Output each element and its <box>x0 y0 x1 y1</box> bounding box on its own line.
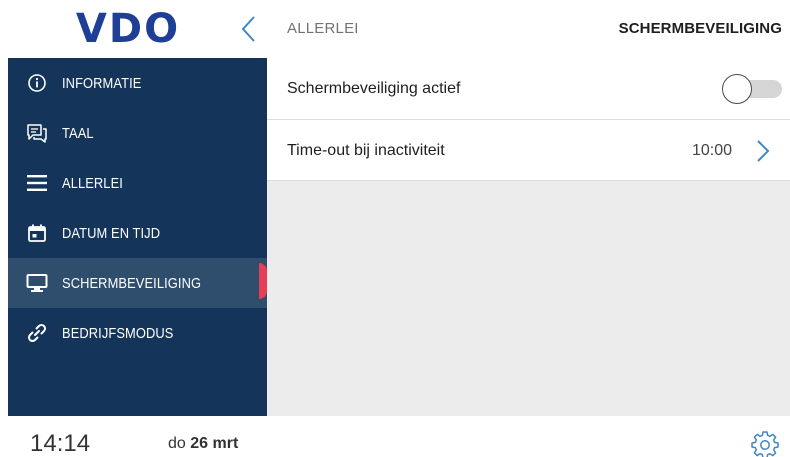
sidebar-item-allerlei[interactable]: ALLERLEI <box>8 158 267 208</box>
link-icon <box>26 322 48 344</box>
date-day: do <box>168 435 186 452</box>
breadcrumb: ALLERLEI <box>287 20 359 37</box>
sidebar-item-taal[interactable]: TAAL <box>8 108 267 158</box>
top-bar: VDO ALLERLEI SCHERMBEVEILIGING <box>0 0 790 58</box>
sidebar-item-label: TAAL <box>62 124 94 142</box>
vdo-logo: VDO <box>76 8 180 48</box>
menu-icon <box>26 172 48 194</box>
date: do 26 mrt <box>168 435 238 453</box>
page-title: SCHERMBEVEILIGING <box>618 20 782 37</box>
inactivity-timeout-row[interactable]: Time-out bij inactiviteit 10:00 <box>267 120 790 181</box>
sidebar-item-datum-en-tijd[interactable]: DATUM EN TIJD <box>8 208 267 258</box>
sidebar-item-informatie[interactable]: INFORMATIE <box>8 58 267 108</box>
status-bar: 14:14 do 26 mrt <box>0 416 790 457</box>
back-button[interactable] <box>234 14 264 44</box>
sidebar-item-label: SCHERMBEVEILIGING <box>62 274 202 292</box>
clock: 14:14 <box>30 430 91 457</box>
sidebar-item-label: ALLERLEI <box>62 174 123 192</box>
sidebar-item-label: INFORMATIE <box>62 74 142 92</box>
active-item-marker <box>259 263 267 299</box>
screensaver-toggle[interactable] <box>722 74 782 104</box>
svg-text:VDO: VDO <box>76 8 180 48</box>
settings-panel: Schermbeveiliging actief Time-out bij in… <box>267 58 790 416</box>
row-label: Time-out bij inactiviteit <box>287 142 445 159</box>
chevron-right-icon[interactable] <box>754 138 772 164</box>
sidebar-item-schermbeveiliging[interactable]: SCHERMBEVEILIGING <box>8 258 267 308</box>
monitor-icon <box>26 272 48 294</box>
gear-icon[interactable] <box>750 430 780 457</box>
sidebar: INFORMATIE TAAL ALLERLEI DATUM EN TIJD S… <box>8 58 267 416</box>
date-value: 26 mrt <box>190 435 239 452</box>
screensaver-active-row[interactable]: Schermbeveiliging actief <box>267 58 790 120</box>
timeout-value: 10:00 <box>691 142 732 159</box>
sidebar-item-label: DATUM EN TIJD <box>62 224 161 242</box>
sidebar-item-label: BEDRIJFSMODUS <box>62 324 174 342</box>
chat-icon <box>26 122 48 144</box>
info-icon <box>26 72 48 94</box>
toggle-knob <box>722 74 752 104</box>
calendar-icon <box>26 222 48 244</box>
row-label: Schermbeveiliging actief <box>287 80 461 97</box>
sidebar-item-bedrijfsmodus[interactable]: BEDRIJFSMODUS <box>8 308 267 358</box>
